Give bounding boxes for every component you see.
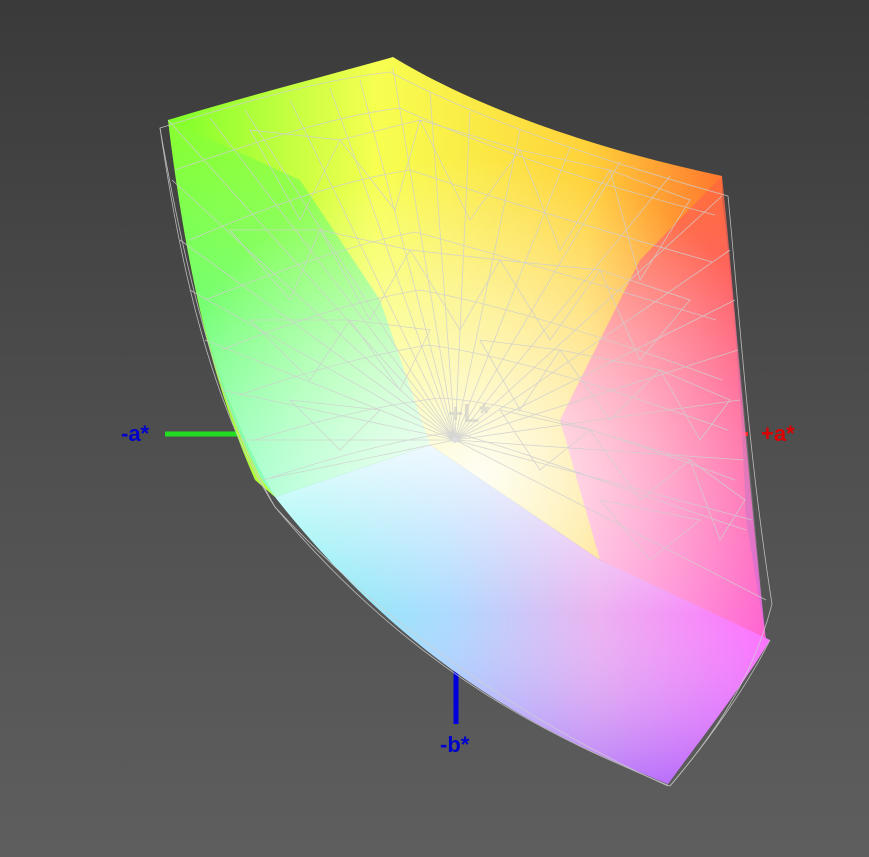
plus-l-axis-label: +L*	[448, 398, 490, 428]
gamut-view: -a* +a* -b* +L*	[0, 0, 869, 857]
l-axis-point	[452, 437, 458, 443]
minus-a-axis-label: -a*	[121, 421, 150, 446]
plus-a-axis-label: +a*	[761, 421, 795, 446]
minus-b-axis-label: -b*	[440, 732, 470, 757]
